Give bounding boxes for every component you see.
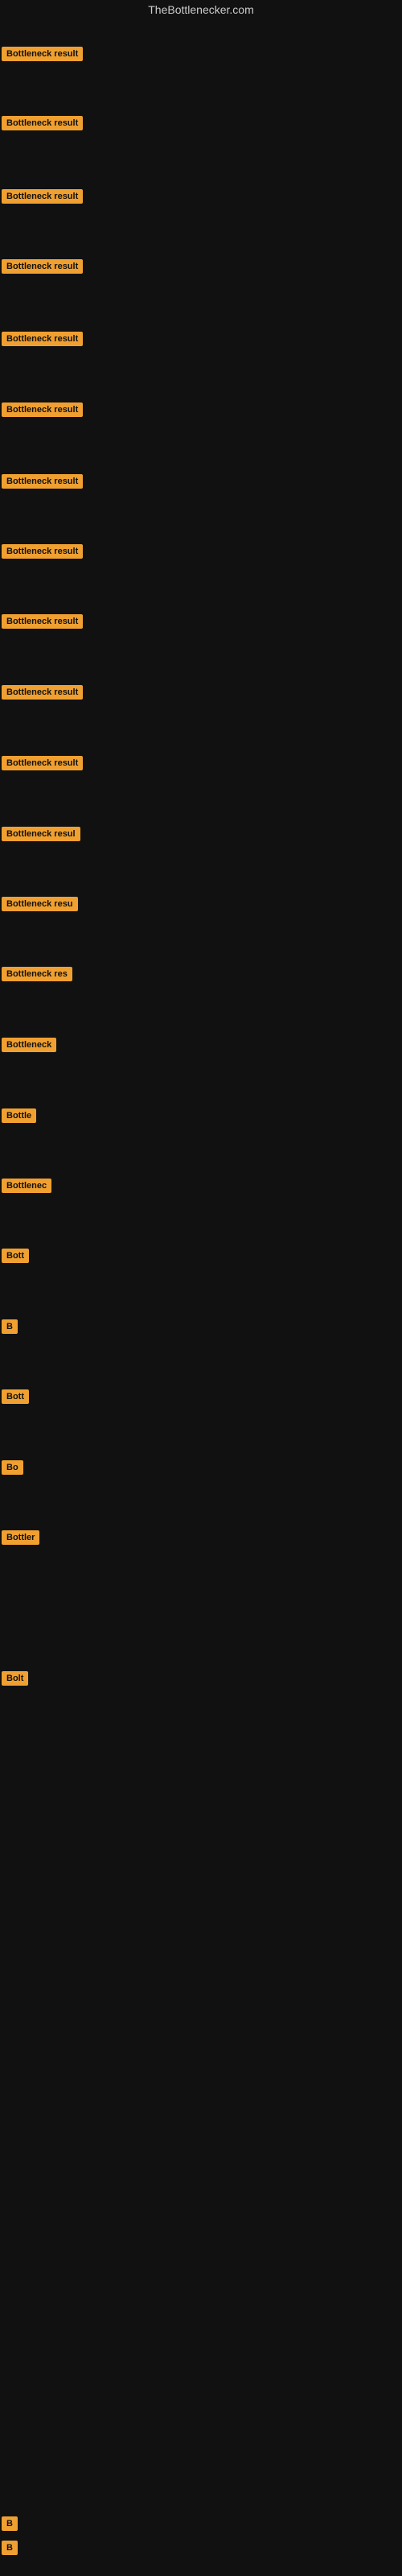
- bottleneck-badge-15[interactable]: Bottle: [2, 1108, 36, 1123]
- bottleneck-badge-11[interactable]: Bottleneck resul: [2, 827, 80, 841]
- bottleneck-badge-17[interactable]: Bott: [2, 1249, 29, 1263]
- site-title: TheBottlenecker.com: [0, 0, 402, 19]
- bottleneck-badge-18[interactable]: B: [2, 1319, 18, 1334]
- badge-container-16: Bottlenec: [2, 1178, 51, 1193]
- badge-container-18: B: [2, 1319, 18, 1334]
- bottleneck-badge-0[interactable]: Bottleneck result: [2, 47, 83, 61]
- badge-container-35: B: [2, 2516, 18, 2531]
- badge-container-2: Bottleneck result: [2, 188, 83, 204]
- bottleneck-badge-8[interactable]: Bottleneck result: [2, 614, 83, 629]
- badge-container-1: Bottleneck result: [2, 115, 83, 130]
- badge-container-12: Bottleneck resu: [2, 896, 78, 911]
- badge-container-6: Bottleneck result: [2, 473, 83, 489]
- bottleneck-badge-19[interactable]: Bott: [2, 1389, 29, 1404]
- badge-container-20: Bo: [2, 1459, 23, 1475]
- badge-container-5: Bottleneck result: [2, 402, 83, 417]
- badge-container-8: Bottleneck result: [2, 613, 83, 629]
- bottleneck-badge-last[interactable]: B: [2, 2541, 18, 2555]
- badge-container-10: Bottleneck result: [2, 755, 83, 770]
- badge-container-23: Bolt: [2, 1670, 28, 1686]
- bottleneck-badge-16[interactable]: Bottlenec: [2, 1179, 51, 1193]
- badge-container-0: Bottleneck result: [2, 46, 83, 61]
- badge-container-19: Bott: [2, 1389, 29, 1404]
- badge-container-17: Bott: [2, 1248, 29, 1263]
- badge-container-15: Bottle: [2, 1108, 36, 1123]
- bottleneck-badge-3[interactable]: Bottleneck result: [2, 259, 83, 274]
- bottleneck-badge-10[interactable]: Bottleneck result: [2, 756, 83, 770]
- bottleneck-badge-13[interactable]: Bottleneck res: [2, 967, 72, 981]
- badge-container-7: Bottleneck result: [2, 543, 83, 559]
- badge-container-13: Bottleneck res: [2, 966, 72, 981]
- bottleneck-badge-12[interactable]: Bottleneck resu: [2, 897, 78, 911]
- bottleneck-badge-6[interactable]: Bottleneck result: [2, 474, 83, 489]
- badge-container-last: B: [2, 2540, 18, 2555]
- bottleneck-badge-20[interactable]: Bo: [2, 1460, 23, 1475]
- bottleneck-badge-9[interactable]: Bottleneck result: [2, 685, 83, 700]
- bottleneck-badge-2[interactable]: Bottleneck result: [2, 189, 83, 204]
- badge-container-11: Bottleneck resul: [2, 826, 80, 841]
- badge-container-3: Bottleneck result: [2, 258, 83, 274]
- bottleneck-badge-14[interactable]: Bottleneck: [2, 1038, 56, 1052]
- bottleneck-badge-23[interactable]: Bolt: [2, 1671, 28, 1686]
- badge-container-9: Bottleneck result: [2, 684, 83, 700]
- bottleneck-badge-7[interactable]: Bottleneck result: [2, 544, 83, 559]
- bottleneck-badge-1[interactable]: Bottleneck result: [2, 116, 83, 130]
- bottleneck-badge-5[interactable]: Bottleneck result: [2, 402, 83, 417]
- badge-container-4: Bottleneck result: [2, 331, 83, 346]
- bottleneck-badge-4[interactable]: Bottleneck result: [2, 332, 83, 346]
- badge-container-21: Bottler: [2, 1530, 39, 1545]
- bottleneck-badge-21[interactable]: Bottler: [2, 1530, 39, 1545]
- bottleneck-badge-35[interactable]: B: [2, 2516, 18, 2531]
- badge-container-14: Bottleneck: [2, 1037, 56, 1052]
